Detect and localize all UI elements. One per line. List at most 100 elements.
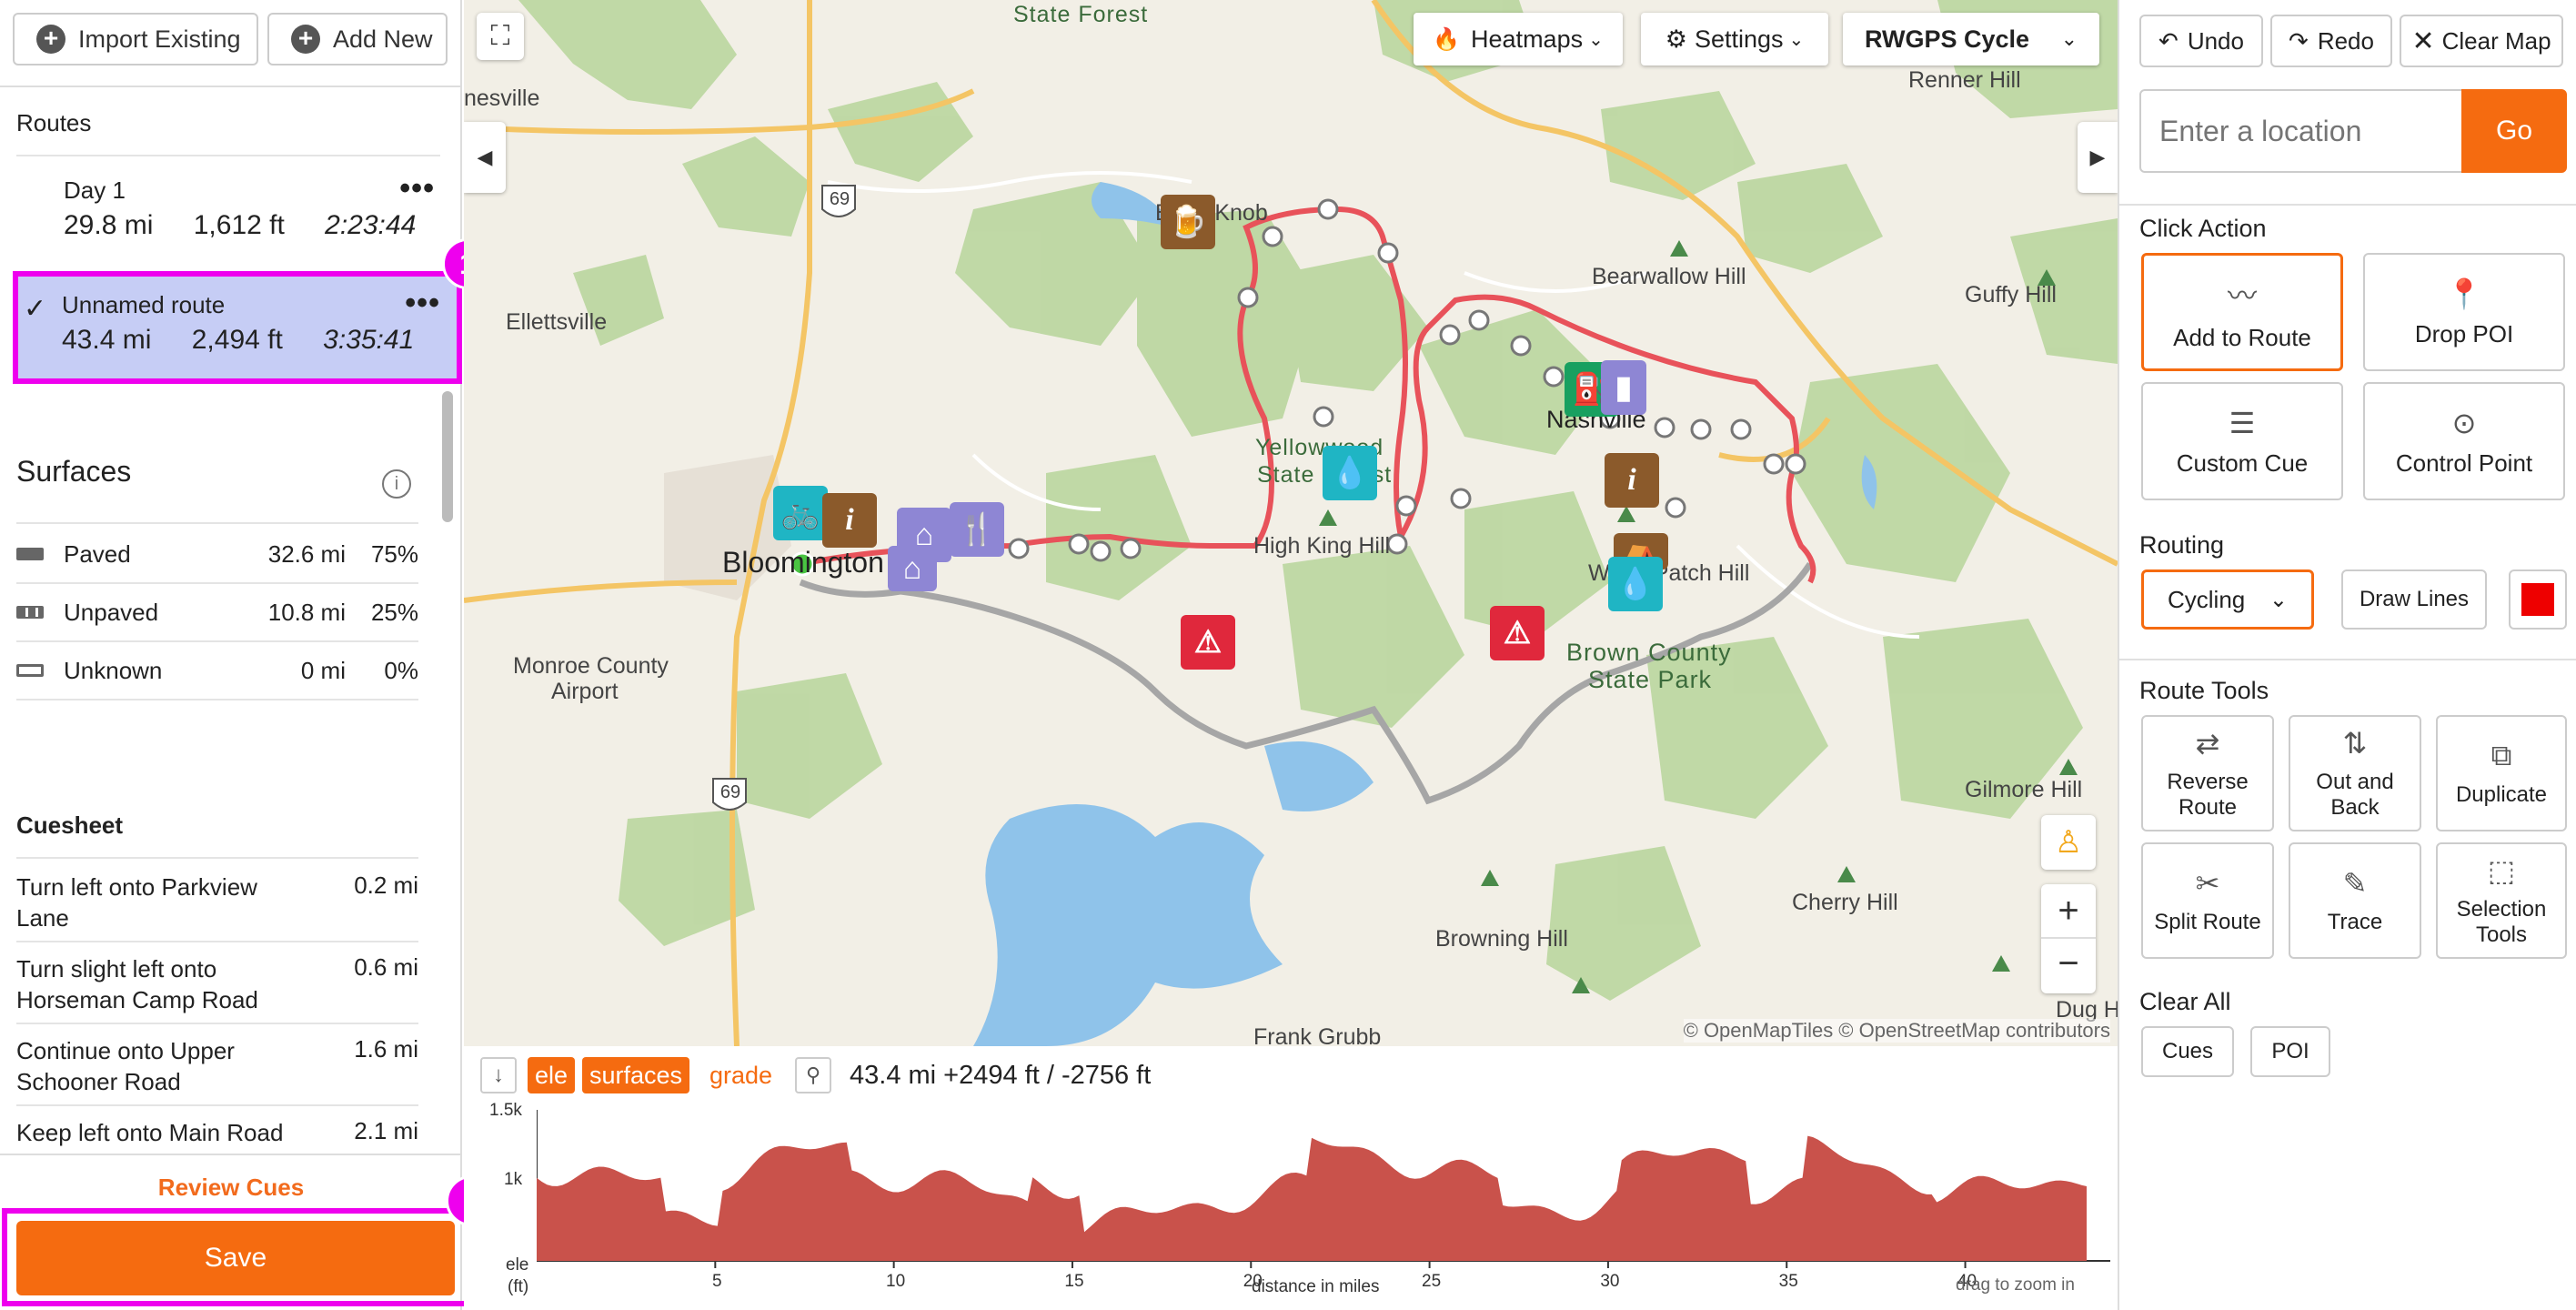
heatmaps-button[interactable]: 🔥 Heatmaps ⌄ <box>1414 13 1623 66</box>
unpaved-swatch-icon <box>16 606 44 619</box>
clear-poi-button[interactable]: POI <box>2250 1026 2330 1077</box>
location-search-input[interactable] <box>2139 89 2463 173</box>
add-to-route-button[interactable]: 〰 Add to Route <box>2141 253 2343 371</box>
control-point-button[interactable]: ⊙ Control Point <box>2363 382 2565 500</box>
divider <box>16 155 440 156</box>
save-highlight: Save <box>2 1208 469 1306</box>
flame-icon: 🔥 <box>1433 26 1461 52</box>
routing-mode-select[interactable]: Cycling ⌄ <box>2141 569 2314 630</box>
water-poi-icon[interactable]: 💧 <box>1323 446 1377 500</box>
x-tick-label: 35 <box>1778 1272 1798 1291</box>
custom-cue-button[interactable]: ☰ Custom Cue <box>2141 382 2343 500</box>
route-distance: 29.8 mi <box>64 210 154 240</box>
route-line-icon: 〰 <box>2227 278 2257 312</box>
cue-item[interactable]: Turn slight left onto Horseman Camp Road… <box>16 942 418 1024</box>
map-label: Browning Hill <box>1435 926 1568 952</box>
map-label: Guffy Hill <box>1965 282 2057 307</box>
map-label: State Forest <box>1013 2 1149 27</box>
grocery-poi-icon[interactable]: ⌂ <box>888 546 937 591</box>
plus-icon: + <box>36 25 65 54</box>
y-tick-label: 1.5k <box>489 1101 522 1120</box>
zoom-in-button[interactable]: + <box>2041 884 2096 939</box>
elevation-profile-area <box>537 1135 2087 1261</box>
route-menu-icon[interactable]: ••• <box>399 171 435 207</box>
add-new-button[interactable]: + Add New <box>267 13 448 66</box>
collapse-left-panel-button[interactable]: ◀ <box>464 122 506 193</box>
copy-icon: ⧉ <box>2490 739 2512 771</box>
clear-cues-button[interactable]: Cues <box>2141 1026 2234 1077</box>
restaurant-poi-icon[interactable]: 🍴 <box>950 502 1004 557</box>
chevron-down-icon: ⌄ <box>1588 29 1604 50</box>
info-icon[interactable]: i <box>382 469 411 499</box>
sidebar-scrollbar[interactable] <box>442 391 453 522</box>
checkmark-icon: ✓ <box>24 294 47 324</box>
selection-tools-button[interactable]: ⬚ Selection Tools <box>2436 842 2567 959</box>
color-swatch <box>2521 583 2554 616</box>
info-poi-icon[interactable]: i <box>822 493 877 548</box>
map-attribution[interactable]: © OpenMapTiles © OpenStreetMap contribut… <box>1683 1019 2110 1043</box>
info-poi-icon[interactable]: i <box>1605 453 1659 508</box>
map-label: Monroe County <box>513 653 669 679</box>
click-action-header: Click Action <box>2139 215 2267 242</box>
import-existing-button[interactable]: + Import Existing <box>13 13 258 66</box>
redo-button[interactable]: ↷ Redo <box>2270 15 2392 67</box>
chevron-down-icon: ⌄ <box>2060 27 2078 50</box>
draw-lines-button[interactable]: Draw Lines <box>2341 569 2487 630</box>
y-axis-label: (ft) <box>508 1277 529 1296</box>
divider <box>16 857 418 859</box>
grade-toggle[interactable]: grade <box>702 1057 780 1093</box>
map-layer-select[interactable]: RWGPS Cycle ⌄ <box>1843 13 2099 66</box>
drop-poi-button[interactable]: 📍 Drop POI <box>2363 253 2565 371</box>
bike-shop-poi-icon[interactable]: 🚲 <box>773 486 828 540</box>
bar-poi-icon[interactable]: 🍺 <box>1161 195 1215 249</box>
cue-item[interactable]: Continue onto Upper Schooner Road 1.6 mi <box>16 1024 418 1106</box>
water-poi-icon[interactable]: 💧 <box>1608 557 1663 611</box>
routes-header: Routes <box>16 109 92 136</box>
divider <box>0 86 462 87</box>
undo-icon: ↶ <box>2158 26 2179 55</box>
surfaces-toggle[interactable]: surfaces <box>582 1057 690 1093</box>
warning-poi-icon[interactable]: ⚠ <box>1181 615 1235 670</box>
fullscreen-icon[interactable]: ⛶ <box>477 13 524 60</box>
map-canvas[interactable]: State Forest Renner Hill nesville Ellett… <box>464 0 2118 1046</box>
reverse-route-button[interactable]: ⇄ Reverse Route <box>2141 715 2274 831</box>
split-route-button[interactable]: ✂ Split Route <box>2141 842 2274 959</box>
ele-toggle[interactable]: ele <box>528 1057 576 1093</box>
street-view-pegman-icon[interactable]: ♙ <box>2041 815 2096 870</box>
surface-row-unpaved: Unpaved 10.8 mi 25% <box>16 584 418 642</box>
collapse-arrow-down-icon[interactable]: ↓ <box>480 1057 517 1093</box>
route-distance: 43.4 mi <box>62 325 152 355</box>
route-menu-icon[interactable]: ••• <box>405 286 440 321</box>
lodging-poi-icon[interactable]: ▮ <box>1601 360 1646 415</box>
route-item-day-1[interactable]: Day 1 29.8 mi 1,612 ft 2:23:44 ••• <box>16 171 440 241</box>
out-and-back-button[interactable]: ⇅ Out and Back <box>2289 715 2421 831</box>
duplicate-button[interactable]: ⧉ Duplicate <box>2436 715 2567 831</box>
undo-button[interactable]: ↶ Undo <box>2139 15 2263 67</box>
map-label: Airport <box>551 679 619 704</box>
warning-poi-icon[interactable]: ⚠ <box>1490 606 1545 660</box>
route-item-unnamed-selected[interactable]: ✓ Unnamed route 43.4 mi 2,494 ft 3:35:41… <box>13 271 462 384</box>
trace-button[interactable]: ✎ Trace <box>2289 842 2421 959</box>
save-button[interactable]: Save <box>16 1221 455 1295</box>
settings-button[interactable]: ⚙ Settings ⌄ <box>1641 13 1828 66</box>
go-button[interactable]: Go <box>2461 89 2567 173</box>
cue-item[interactable]: Keep left onto Main Road 2.1 mi <box>16 1106 418 1157</box>
zoom-out-button[interactable]: − <box>2041 939 2096 992</box>
review-cues-link[interactable]: Review Cues <box>0 1174 462 1202</box>
route-color-picker[interactable] <box>2509 569 2567 630</box>
clear-map-button[interactable]: ✕ Clear Map <box>2400 15 2563 67</box>
collapse-right-panel-button[interactable]: ▶ <box>2078 122 2118 193</box>
highway-69-label: 69 <box>719 782 741 802</box>
divider <box>2119 204 2576 206</box>
tools-sidebar: ↶Undo ↷Redo ✕Clear Map Go Click Action 〰… <box>2118 0 2576 1310</box>
zoom-control: + − <box>2041 884 2096 993</box>
route-sidebar: + Import Existing + Add New Routes Day 1… <box>0 0 497 1310</box>
x-tick-label: 5 <box>712 1272 722 1291</box>
zoom-magnifier-icon[interactable]: ⚲ <box>795 1057 831 1093</box>
close-icon: ✕ <box>2411 25 2435 56</box>
surface-row-paved: Paved 32.6 mi 75% <box>16 526 418 584</box>
cue-item[interactable]: Turn left onto Parkview Lane 0.2 mi <box>16 861 418 942</box>
map-label: nesville <box>464 86 540 111</box>
elevation-chart[interactable] <box>537 1110 2110 1274</box>
map-label: State Park <box>1588 666 1713 693</box>
